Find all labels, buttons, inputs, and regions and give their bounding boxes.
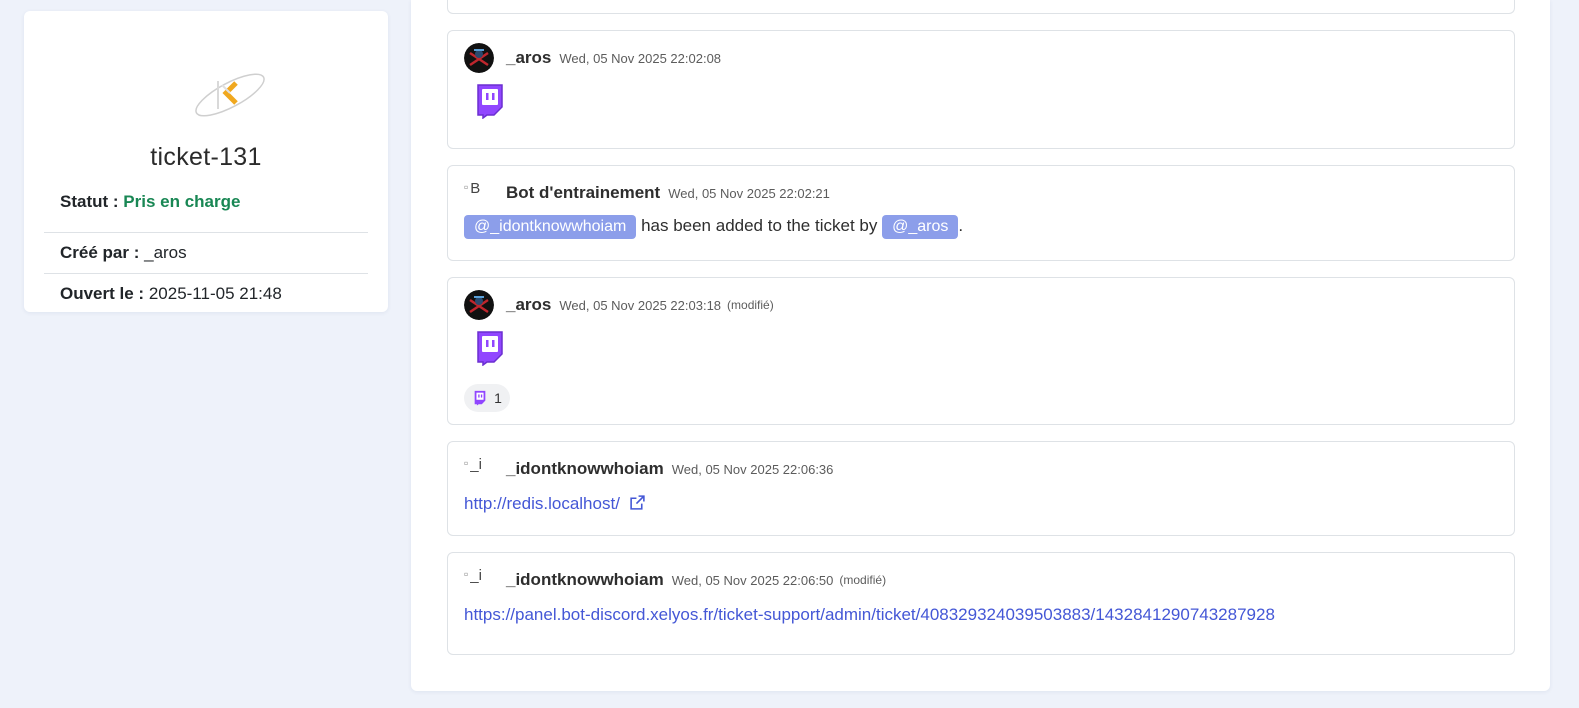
ticket-title: ticket-131 [150, 143, 262, 171]
reaction-button[interactable]: 1 [464, 384, 510, 412]
broken-image-icon: ▫ [464, 567, 469, 581]
external-link-icon[interactable] [629, 494, 646, 511]
message-time: Wed, 05 Nov 2025 22:02:21 [668, 185, 830, 201]
creator-label: Créé par : [60, 243, 140, 262]
twitch-reaction-icon [474, 390, 486, 406]
opened-label: Ouvert le : [60, 284, 145, 303]
twitch-icon [477, 331, 503, 366]
message-card-previous [447, 0, 1515, 14]
ticket-info-card: ticket-131 Statut : Pris en charge Créé … [24, 11, 388, 312]
message-author[interactable]: _idontknowwhoiam [506, 459, 664, 479]
user-mention[interactable]: @_idontknowwhoiam [464, 215, 637, 239]
opened-value: 2025-11-05 21:48 [148, 284, 282, 303]
status-label: Statut : [60, 192, 119, 211]
user-avatar [464, 43, 494, 73]
status-value: Pris en charge [123, 192, 241, 211]
message-card: ▫ B Bot d'entrainement Wed, 05 Nov 2025 … [447, 165, 1515, 261]
broken-avatar-image: ▫ B [464, 178, 494, 208]
avatar-alt-text: _i [470, 567, 482, 584]
edited-marker: (modifié) [839, 573, 887, 587]
message-header: _aros Wed, 05 Nov 2025 22:03:18 (modifié… [464, 290, 774, 320]
avatar-alt-text: B [470, 180, 481, 197]
broken-avatar-image: ▫ _i [464, 454, 494, 484]
message-content: http://redis.localhost/ [464, 494, 646, 514]
message-header: ▫ B Bot d'entrainement Wed, 05 Nov 2025 … [464, 178, 830, 208]
broken-avatar-image: ▫ _i [464, 565, 494, 595]
creator-value: _aros [144, 243, 187, 262]
message-text-end: . [958, 216, 964, 235]
message-time: Wed, 05 Nov 2025 22:06:36 [671, 461, 834, 477]
message-header: _aros Wed, 05 Nov 2025 22:02:08 [464, 43, 721, 73]
creator-row: Créé par : _aros [44, 232, 368, 264]
logo-icon [195, 73, 265, 117]
message-card: _aros Wed, 05 Nov 2025 22:02:08 [447, 30, 1515, 149]
message-header: ▫ _i _idontknowwhoiam Wed, 05 Nov 2025 2… [464, 565, 886, 595]
broken-image-icon: ▫ [464, 456, 469, 470]
twitch-icon [477, 84, 503, 119]
message-link[interactable]: https://panel.bot-discord.xelyos.fr/tick… [464, 605, 1275, 624]
message-header: ▫ _i _idontknowwhoiam Wed, 05 Nov 2025 2… [464, 454, 833, 484]
edited-marker: (modifié) [727, 298, 774, 312]
message-time: Wed, 05 Nov 2025 22:03:18 [559, 297, 722, 313]
messages-panel[interactable]: _aros Wed, 05 Nov 2025 22:02:08 ▫ B Bot … [411, 0, 1550, 691]
reaction-count: 1 [494, 390, 502, 406]
broken-image-icon: ▫ [464, 180, 469, 194]
avatar-alt-text: _i [470, 456, 482, 473]
message-link[interactable]: http://redis.localhost/ [464, 494, 620, 513]
message-content: @_idontknowwhoiam has been added to the … [464, 215, 963, 239]
message-author[interactable]: _aros [506, 295, 551, 315]
message-author[interactable]: _idontknowwhoiam [506, 570, 664, 590]
message-time: Wed, 05 Nov 2025 22:02:08 [559, 50, 722, 66]
message-card: ▫ _i _idontknowwhoiam Wed, 05 Nov 2025 2… [447, 441, 1515, 536]
message-content: https://panel.bot-discord.xelyos.fr/tick… [464, 605, 1275, 625]
opened-row: Ouvert le : 2025-11-05 21:48 [44, 273, 368, 305]
message-text: has been added to the ticket by [641, 216, 878, 235]
message-author[interactable]: _aros [506, 48, 551, 68]
message-time: Wed, 05 Nov 2025 22:06:50 [671, 572, 834, 588]
status-row: Statut : Pris en charge [44, 191, 368, 213]
message-card: ▫ _i _idontknowwhoiam Wed, 05 Nov 2025 2… [447, 552, 1515, 655]
message-card: _aros Wed, 05 Nov 2025 22:03:18 (modifié… [447, 277, 1515, 425]
user-avatar [464, 290, 494, 320]
message-author[interactable]: Bot d'entrainement [506, 183, 660, 203]
user-mention[interactable]: @_aros [882, 215, 959, 239]
